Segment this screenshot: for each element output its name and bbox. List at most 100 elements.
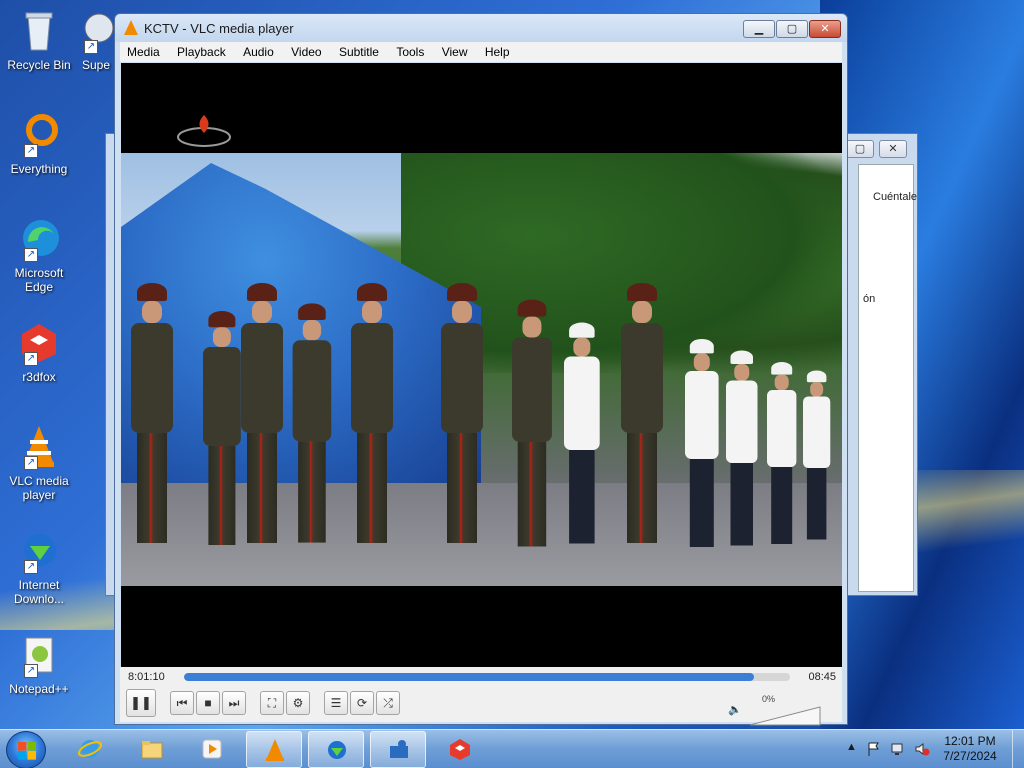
desktop-icon-label: Internet Downlo... [13, 578, 65, 606]
vlc-icon: ↗ [16, 424, 62, 470]
taskbar-idm[interactable] [308, 731, 364, 768]
folder-icon [141, 741, 163, 759]
marching-soldier [803, 370, 831, 540]
desktop-icon-label: Supe [81, 58, 111, 72]
title-bar[interactable]: KCTV - VLC media player ▁ ▢ ✕ [115, 14, 847, 42]
menu-video[interactable]: Video [284, 42, 328, 62]
menu-audio[interactable]: Audio [236, 42, 281, 62]
marching-soldier [131, 283, 173, 543]
menu-media[interactable]: Media [120, 42, 167, 62]
previous-button[interactable]: ⏮ [170, 691, 194, 715]
seek-bar-fill [184, 673, 754, 681]
seek-bar[interactable] [184, 673, 790, 681]
marching-soldier [351, 283, 393, 543]
next-button[interactable]: ⏭ [222, 691, 246, 715]
everything-search-icon: ↗ [16, 112, 62, 158]
desktop-icon-notepad-plus-plus[interactable]: ↗ Notepad++ [4, 632, 74, 696]
marching-soldier [203, 311, 241, 545]
desktop-icon-everything[interactable]: ↗ Everything [4, 112, 74, 176]
fullscreen-button[interactable]: ⛶ [260, 691, 284, 715]
idm-icon: ↗ [16, 528, 62, 574]
app-shortcut-icon: ↗ [76, 8, 116, 54]
bg-like-label: Cuéntale [873, 191, 918, 203]
menu-playback[interactable]: Playback [170, 42, 233, 62]
marching-soldier [726, 350, 758, 546]
internet-explorer-icon [78, 740, 102, 758]
bg-window-panel: Cuéntale ón [858, 164, 918, 592]
desktop-icon-label: Microsoft Edge [14, 266, 64, 294]
desktop-icon-recycle-bin[interactable]: Recycle Bin [4, 8, 74, 72]
desktop-icon-vlc[interactable]: ↗ VLC media player [4, 424, 74, 502]
desktop-icon-r3dfox[interactable]: ↗ r3dfox [4, 320, 74, 384]
menu-tools[interactable]: Tools [389, 42, 431, 62]
menu-subtitle[interactable]: Subtitle [332, 42, 386, 62]
desktop-icon-label: Recycle Bin [7, 58, 71, 72]
idm-icon [328, 741, 346, 759]
elapsed-time: 8:01:10 [128, 671, 165, 683]
notepad-plus-plus-icon: ↗ [16, 632, 62, 678]
channel-logo [177, 115, 231, 147]
r3dfox-icon [450, 739, 470, 760]
desktop-icon-internet-download-manager[interactable]: ↗ Internet Downlo... [4, 528, 74, 606]
taskbar-ie[interactable] [62, 731, 118, 768]
desktop-icon-label: Notepad++ [9, 682, 69, 696]
minimize-button[interactable]: ▁ [743, 20, 775, 38]
recycle-bin-icon [16, 8, 62, 54]
taskbar-media-player[interactable] [184, 731, 240, 768]
volume-slider[interactable] [748, 705, 822, 727]
speaker-muted-icon[interactable]: 🔈 [728, 703, 742, 716]
marching-soldier [685, 339, 719, 547]
volume-percent: 0% [762, 694, 776, 704]
video-frame [121, 153, 842, 586]
bg-window-close-button[interactable]: ✕ [879, 140, 907, 158]
marching-soldier [564, 322, 600, 544]
desktop-icon-label: VLC media player [9, 474, 69, 502]
system-clock[interactable]: 12:01 PM 7/27/2024 [930, 734, 1010, 764]
app-icon [390, 740, 408, 758]
marching-soldier [292, 303, 332, 543]
bg-window-maximize-button[interactable]: ▢ [846, 140, 874, 158]
action-center-flag-icon[interactable] [866, 741, 882, 757]
media-player-icon [202, 739, 222, 759]
playback-controls: 8:01:10 08:45 ❚❚ ⏮ ■ ⏭ ⛶ ⚙ ☰ ⟳ ⤮ 🔈 0% [120, 667, 842, 726]
total-time: 08:45 [808, 671, 836, 683]
maximize-button[interactable]: ▢ [776, 20, 808, 38]
menu-help[interactable]: Help [478, 42, 517, 62]
marching-soldier [441, 283, 483, 543]
tray-overflow-arrow[interactable]: ▲ [846, 741, 857, 753]
clock-date: 7/27/2024 [943, 749, 997, 763]
marching-soldier [767, 362, 797, 544]
taskbar-unknown-app[interactable] [370, 731, 426, 768]
bg-column-label: ón [863, 293, 876, 305]
loop-button[interactable]: ⟳ [350, 691, 374, 715]
r3dfox-icon: ↗ [16, 320, 62, 366]
desktop-icon-edge[interactable]: ↗ Microsoft Edge [4, 216, 74, 294]
start-button[interactable] [6, 731, 46, 768]
taskbar: ▲ 12:01 PM 7/27/2024 [0, 729, 1024, 768]
marching-soldier [621, 283, 663, 543]
desktop-icon-label: Everything [10, 162, 68, 176]
show-desktop-button[interactable] [1012, 730, 1024, 768]
stop-button[interactable]: ■ [196, 691, 220, 715]
window-title: KCTV - VLC media player [144, 21, 294, 36]
desktop-icon-supe[interactable]: ↗ Supe [76, 8, 116, 72]
taskbar-explorer[interactable] [124, 731, 180, 768]
taskbar-vlc[interactable] [246, 731, 302, 768]
vlc-window[interactable]: KCTV - VLC media player ▁ ▢ ✕ Media Play… [114, 13, 848, 726]
shuffle-button[interactable]: ⤮ [376, 691, 400, 715]
marching-soldier [241, 283, 283, 543]
volume-muted-icon[interactable] [914, 741, 930, 757]
pause-button[interactable]: ❚❚ [126, 689, 156, 717]
playlist-button[interactable]: ☰ [324, 691, 348, 715]
network-icon[interactable] [890, 741, 906, 757]
vlc-icon [266, 739, 284, 761]
desktop-icon-label: r3dfox [22, 370, 56, 384]
marching-soldier [512, 299, 552, 547]
video-area[interactable] [121, 63, 842, 667]
menu-view[interactable]: View [435, 42, 475, 62]
taskbar-r3dfox[interactable] [432, 731, 488, 768]
close-button[interactable]: ✕ [809, 20, 841, 38]
clock-time: 12:01 PM [944, 734, 996, 748]
vlc-cone-icon [124, 20, 138, 35]
extended-settings-button[interactable]: ⚙ [286, 691, 310, 715]
